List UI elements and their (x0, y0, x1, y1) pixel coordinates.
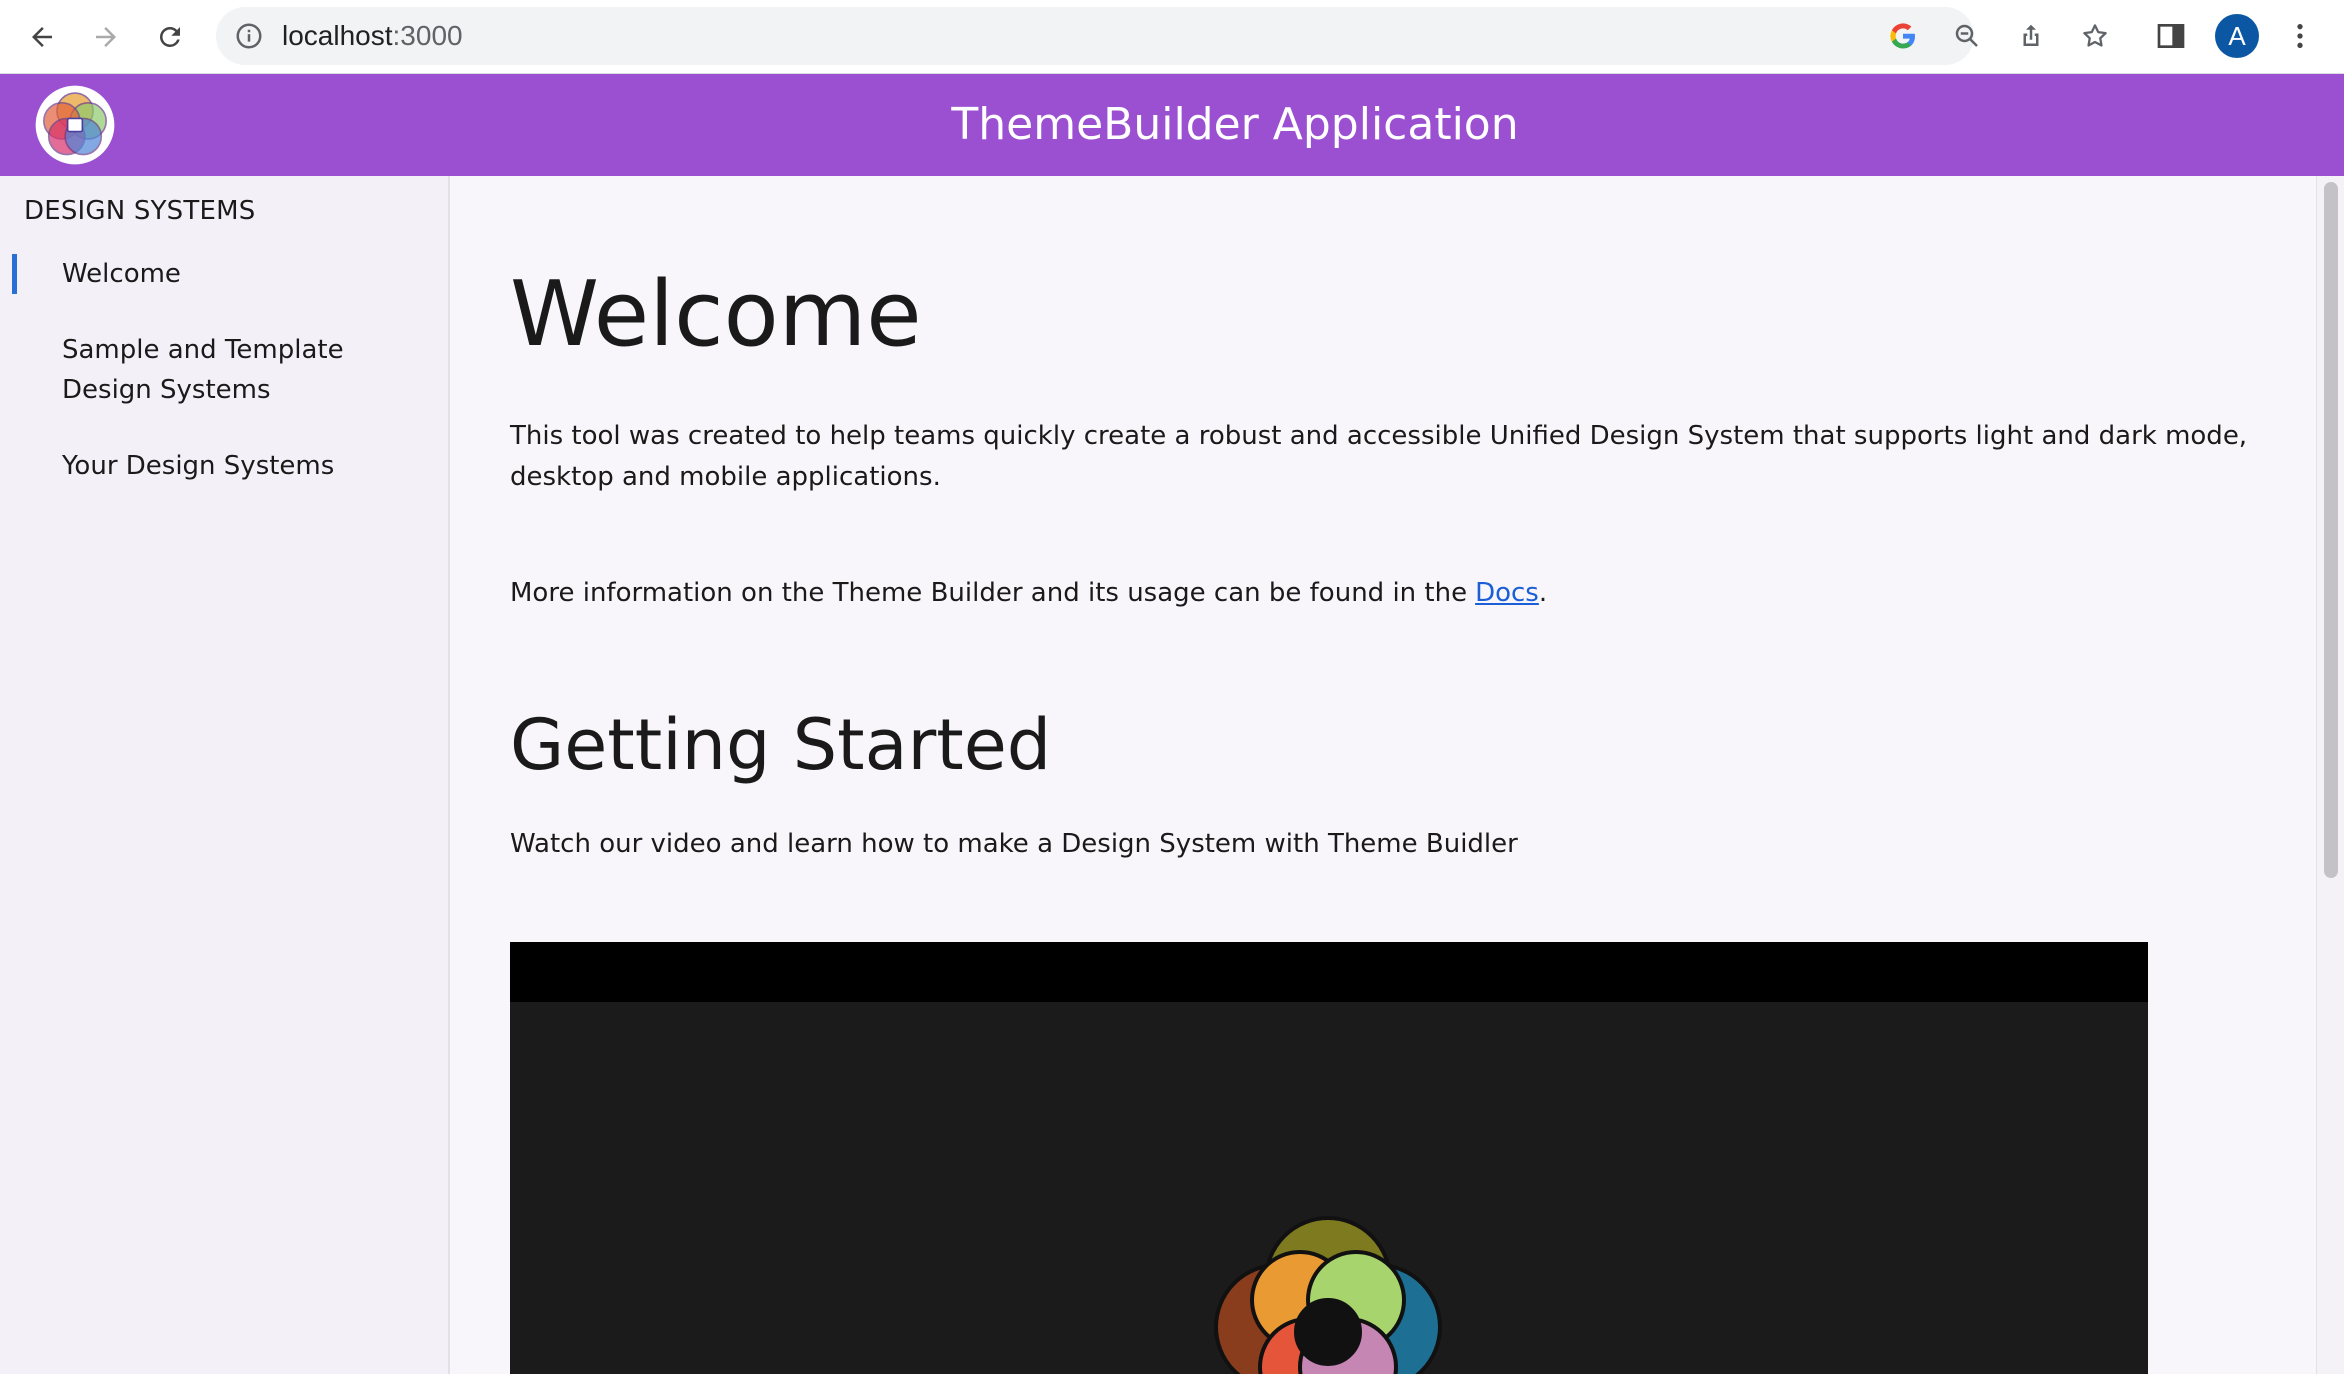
sidebar-item-label: Your Design Systems (62, 451, 335, 481)
docs-paragraph: More information on the Theme Builder an… (510, 573, 2290, 614)
star-icon[interactable] (2080, 21, 2110, 51)
share-icon[interactable] (2016, 21, 2046, 51)
getting-started-text: Watch our video and learn how to make a … (510, 829, 1518, 859)
sidebar-heading: DESIGN SYSTEMS (24, 196, 256, 226)
sidebar-item-sample-templates[interactable]: Sample and Template Design Systems (12, 330, 450, 410)
more-icon[interactable] (2284, 20, 2316, 52)
sidebar-item-your-design-systems[interactable]: Your Design Systems (12, 446, 450, 486)
getting-started-heading: Getting Started (510, 704, 1052, 786)
scrollbar[interactable] (2316, 176, 2344, 1374)
reload-icon (160, 26, 180, 47)
sidebar: DESIGN SYSTEMS Welcome Sample and Templa… (0, 176, 450, 1374)
forward-icon (96, 27, 116, 47)
profile-avatar[interactable]: A (2215, 14, 2259, 58)
zoom-out-icon[interactable] (1952, 21, 1982, 51)
docs-suffix: . (1538, 578, 1548, 608)
video-player[interactable] (510, 942, 2148, 1374)
scroll-thumb[interactable] (2324, 182, 2338, 878)
video-logo-icon (1214, 1216, 1442, 1374)
main-content: Welcome This tool was created to help te… (478, 176, 2316, 1374)
url-text[interactable]: localhost:3000 (282, 21, 463, 51)
sidebar-item-welcome[interactable]: Welcome (12, 254, 450, 294)
google-icon[interactable] (1888, 21, 1918, 51)
app-title: ThemeBuilder Application (951, 99, 1519, 150)
reload-button[interactable] (146, 13, 194, 61)
sidebar-item-label: Welcome (62, 259, 181, 289)
page-title: Welcome (510, 262, 922, 367)
sidebar-item-label: Sample and Template Design Systems (62, 335, 344, 405)
forward-button[interactable] (82, 13, 130, 61)
back-button[interactable] (18, 13, 66, 61)
browser-toolbar: localhost:3000 A (0, 0, 2344, 74)
app-header: ThemeBuilder Application (0, 74, 2344, 176)
docs-link[interactable]: Docs (1475, 578, 1539, 608)
address-bar[interactable]: localhost:3000 (216, 7, 2107, 65)
docs-text: More information on the Theme Builder an… (510, 578, 1468, 608)
info-icon[interactable] (234, 21, 264, 51)
intro-paragraph: This tool was created to help teams quic… (510, 421, 2248, 492)
side-panel-icon[interactable] (2155, 20, 2187, 52)
video-top-bar (510, 942, 2148, 1002)
back-icon (32, 27, 52, 47)
